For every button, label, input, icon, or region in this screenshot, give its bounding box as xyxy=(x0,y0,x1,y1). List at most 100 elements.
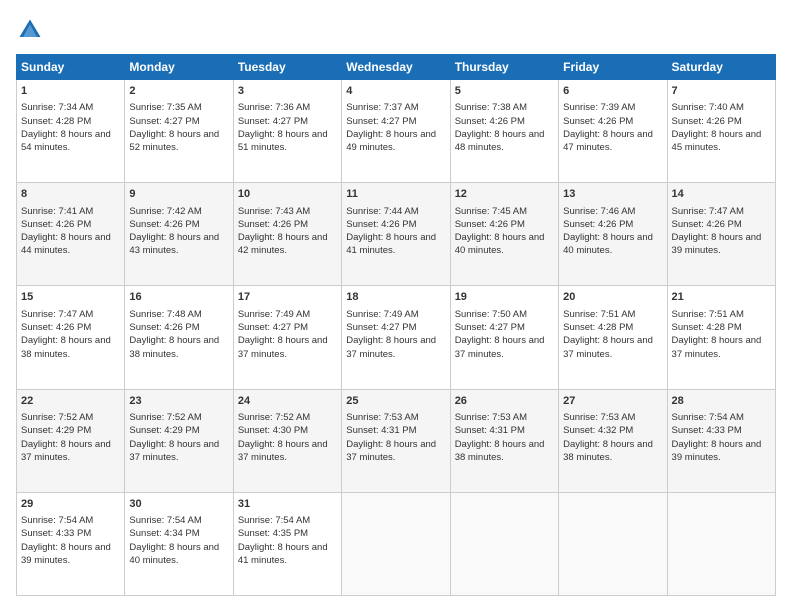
week-row-5: 29 Sunrise: 7:54 AM Sunset: 4:33 PM Dayl… xyxy=(17,492,776,595)
sunrise-label: Sunrise: 7:53 AM xyxy=(346,412,418,423)
sunrise-label: Sunrise: 7:47 AM xyxy=(672,206,744,217)
sunrise-label: Sunrise: 7:48 AM xyxy=(129,309,201,320)
daylight-label: Daylight: 8 hours and 51 minutes. xyxy=(238,129,328,153)
daylight-label: Daylight: 8 hours and 41 minutes. xyxy=(238,542,328,566)
sunset-label: Sunset: 4:32 PM xyxy=(563,425,633,436)
week-row-4: 22 Sunrise: 7:52 AM Sunset: 4:29 PM Dayl… xyxy=(17,389,776,492)
calendar-cell: 22 Sunrise: 7:52 AM Sunset: 4:29 PM Dayl… xyxy=(17,389,125,492)
sunset-label: Sunset: 4:27 PM xyxy=(455,322,525,333)
day-number: 2 xyxy=(129,84,228,99)
daylight-label: Daylight: 8 hours and 40 minutes. xyxy=(563,232,653,256)
day-number: 21 xyxy=(672,290,771,305)
daylight-label: Daylight: 8 hours and 37 minutes. xyxy=(21,439,111,463)
calendar-cell: 20 Sunrise: 7:51 AM Sunset: 4:28 PM Dayl… xyxy=(559,286,667,389)
day-header-saturday: Saturday xyxy=(667,55,775,80)
sunset-label: Sunset: 4:26 PM xyxy=(455,116,525,127)
sunrise-label: Sunrise: 7:54 AM xyxy=(129,515,201,526)
day-header-monday: Monday xyxy=(125,55,233,80)
sunset-label: Sunset: 4:33 PM xyxy=(672,425,742,436)
sunset-label: Sunset: 4:26 PM xyxy=(21,219,91,230)
calendar-cell: 11 Sunrise: 7:44 AM Sunset: 4:26 PM Dayl… xyxy=(342,183,450,286)
day-number: 14 xyxy=(672,187,771,202)
calendar-cell: 29 Sunrise: 7:54 AM Sunset: 4:33 PM Dayl… xyxy=(17,492,125,595)
daylight-label: Daylight: 8 hours and 37 minutes. xyxy=(129,439,219,463)
day-number: 24 xyxy=(238,394,337,409)
day-number: 12 xyxy=(455,187,554,202)
page: SundayMondayTuesdayWednesdayThursdayFrid… xyxy=(0,0,792,612)
day-number: 20 xyxy=(563,290,662,305)
header xyxy=(16,16,776,44)
sunrise-label: Sunrise: 7:34 AM xyxy=(21,102,93,113)
calendar-body: 1 Sunrise: 7:34 AM Sunset: 4:28 PM Dayli… xyxy=(17,80,776,596)
calendar-cell: 30 Sunrise: 7:54 AM Sunset: 4:34 PM Dayl… xyxy=(125,492,233,595)
sunset-label: Sunset: 4:29 PM xyxy=(21,425,91,436)
sunset-label: Sunset: 4:30 PM xyxy=(238,425,308,436)
day-number: 6 xyxy=(563,84,662,99)
sunrise-label: Sunrise: 7:49 AM xyxy=(346,309,418,320)
day-number: 15 xyxy=(21,290,120,305)
sunset-label: Sunset: 4:33 PM xyxy=(21,528,91,539)
sunrise-label: Sunrise: 7:43 AM xyxy=(238,206,310,217)
daylight-label: Daylight: 8 hours and 44 minutes. xyxy=(21,232,111,256)
daylight-label: Daylight: 8 hours and 43 minutes. xyxy=(129,232,219,256)
sunset-label: Sunset: 4:31 PM xyxy=(455,425,525,436)
daylight-label: Daylight: 8 hours and 48 minutes. xyxy=(455,129,545,153)
day-number: 11 xyxy=(346,187,445,202)
day-number: 22 xyxy=(21,394,120,409)
sunset-label: Sunset: 4:27 PM xyxy=(129,116,199,127)
day-number: 3 xyxy=(238,84,337,99)
day-number: 31 xyxy=(238,497,337,512)
calendar-cell: 4 Sunrise: 7:37 AM Sunset: 4:27 PM Dayli… xyxy=(342,80,450,183)
sunset-label: Sunset: 4:28 PM xyxy=(672,322,742,333)
day-number: 7 xyxy=(672,84,771,99)
calendar-cell: 8 Sunrise: 7:41 AM Sunset: 4:26 PM Dayli… xyxy=(17,183,125,286)
calendar-cell: 6 Sunrise: 7:39 AM Sunset: 4:26 PM Dayli… xyxy=(559,80,667,183)
calendar-cell xyxy=(450,492,558,595)
sunset-label: Sunset: 4:26 PM xyxy=(238,219,308,230)
calendar-cell: 15 Sunrise: 7:47 AM Sunset: 4:26 PM Dayl… xyxy=(17,286,125,389)
day-number: 1 xyxy=(21,84,120,99)
calendar-cell: 17 Sunrise: 7:49 AM Sunset: 4:27 PM Dayl… xyxy=(233,286,341,389)
calendar-cell: 5 Sunrise: 7:38 AM Sunset: 4:26 PM Dayli… xyxy=(450,80,558,183)
sunrise-label: Sunrise: 7:46 AM xyxy=(563,206,635,217)
calendar-cell: 14 Sunrise: 7:47 AM Sunset: 4:26 PM Dayl… xyxy=(667,183,775,286)
sunrise-label: Sunrise: 7:52 AM xyxy=(21,412,93,423)
sunset-label: Sunset: 4:27 PM xyxy=(346,322,416,333)
daylight-label: Daylight: 8 hours and 38 minutes. xyxy=(455,439,545,463)
sunset-label: Sunset: 4:26 PM xyxy=(563,219,633,230)
calendar-cell: 7 Sunrise: 7:40 AM Sunset: 4:26 PM Dayli… xyxy=(667,80,775,183)
calendar-cell: 12 Sunrise: 7:45 AM Sunset: 4:26 PM Dayl… xyxy=(450,183,558,286)
daylight-label: Daylight: 8 hours and 42 minutes. xyxy=(238,232,328,256)
daylight-label: Daylight: 8 hours and 37 minutes. xyxy=(563,335,653,359)
calendar: SundayMondayTuesdayWednesdayThursdayFrid… xyxy=(16,54,776,596)
sunrise-label: Sunrise: 7:53 AM xyxy=(455,412,527,423)
day-header-wednesday: Wednesday xyxy=(342,55,450,80)
day-number: 17 xyxy=(238,290,337,305)
day-number: 28 xyxy=(672,394,771,409)
daylight-label: Daylight: 8 hours and 52 minutes. xyxy=(129,129,219,153)
sunset-label: Sunset: 4:26 PM xyxy=(455,219,525,230)
sunset-label: Sunset: 4:31 PM xyxy=(346,425,416,436)
sunset-label: Sunset: 4:27 PM xyxy=(238,322,308,333)
day-header-thursday: Thursday xyxy=(450,55,558,80)
calendar-cell: 26 Sunrise: 7:53 AM Sunset: 4:31 PM Dayl… xyxy=(450,389,558,492)
day-number: 10 xyxy=(238,187,337,202)
daylight-label: Daylight: 8 hours and 39 minutes. xyxy=(672,232,762,256)
sunset-label: Sunset: 4:26 PM xyxy=(129,322,199,333)
sunrise-label: Sunrise: 7:40 AM xyxy=(672,102,744,113)
day-number: 5 xyxy=(455,84,554,99)
daylight-label: Daylight: 8 hours and 38 minutes. xyxy=(563,439,653,463)
sunrise-label: Sunrise: 7:42 AM xyxy=(129,206,201,217)
sunrise-label: Sunrise: 7:38 AM xyxy=(455,102,527,113)
day-number: 29 xyxy=(21,497,120,512)
sunrise-label: Sunrise: 7:52 AM xyxy=(129,412,201,423)
day-number: 18 xyxy=(346,290,445,305)
calendar-cell xyxy=(667,492,775,595)
calendar-cell xyxy=(342,492,450,595)
day-header-friday: Friday xyxy=(559,55,667,80)
daylight-label: Daylight: 8 hours and 47 minutes. xyxy=(563,129,653,153)
sunset-label: Sunset: 4:27 PM xyxy=(238,116,308,127)
calendar-cell: 23 Sunrise: 7:52 AM Sunset: 4:29 PM Dayl… xyxy=(125,389,233,492)
sunset-label: Sunset: 4:26 PM xyxy=(672,116,742,127)
daylight-label: Daylight: 8 hours and 37 minutes. xyxy=(238,335,328,359)
